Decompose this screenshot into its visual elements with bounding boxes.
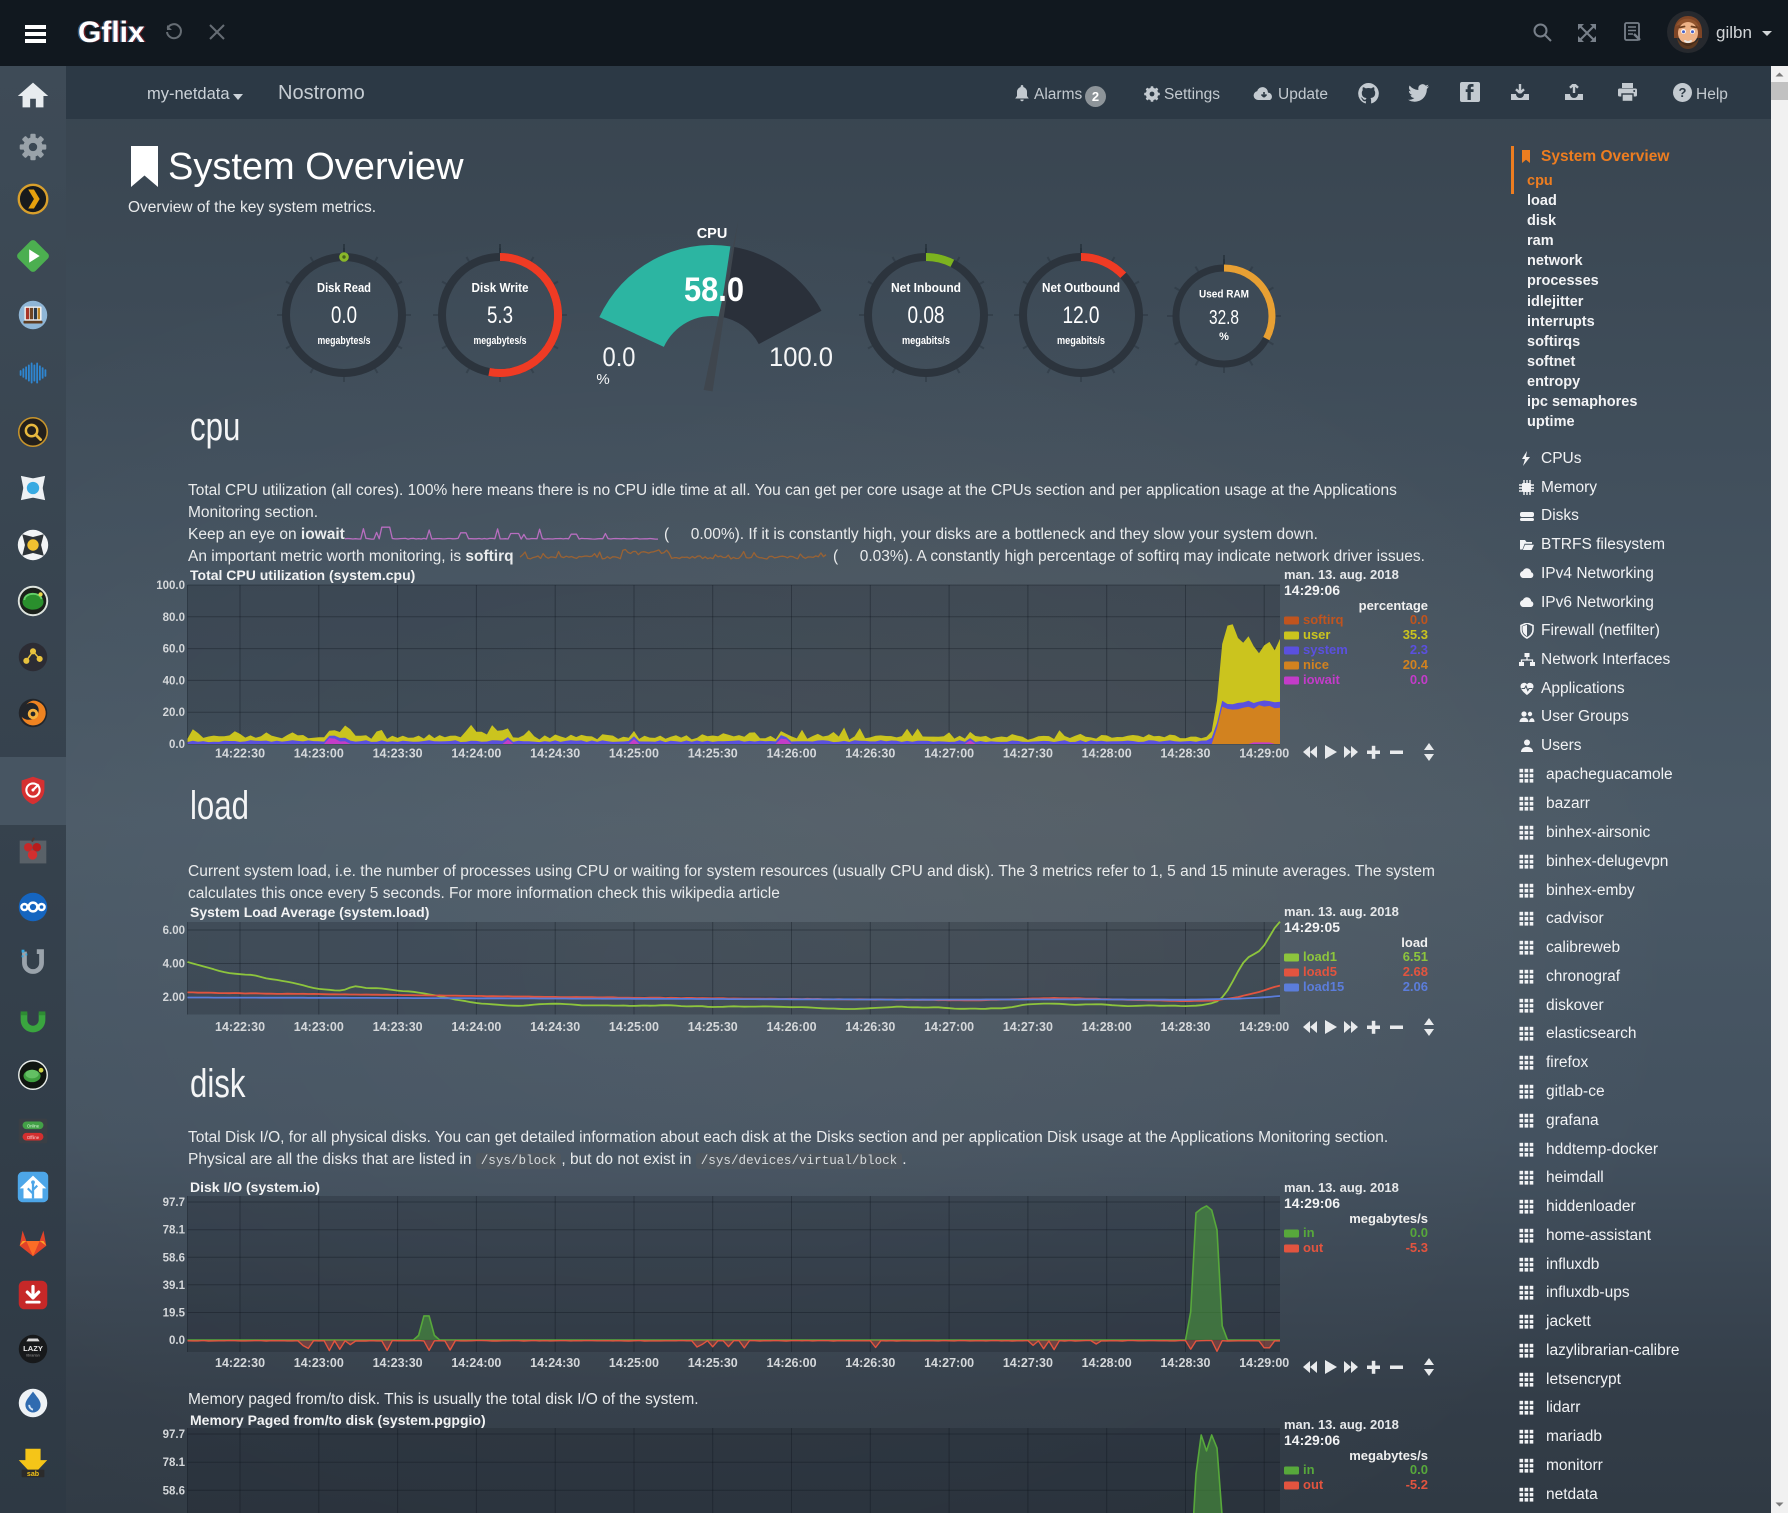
- svg-text:sab: sab: [27, 1470, 40, 1478]
- svg-text:LAZY: LAZY: [23, 1344, 43, 1353]
- svg-text:Online: Online: [27, 1123, 40, 1128]
- svg-text:Offline: Offline: [27, 1135, 40, 1140]
- svg-text:librarian: librarian: [26, 1354, 40, 1358]
- svg-text:?: ?: [1679, 85, 1687, 100]
